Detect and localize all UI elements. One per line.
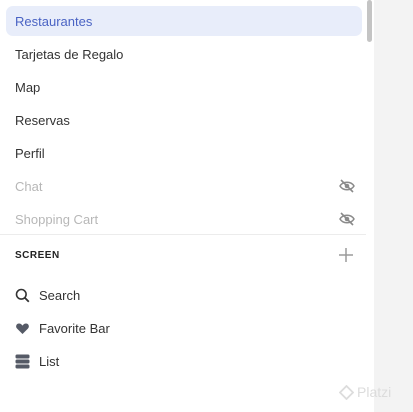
menu-item-chat[interactable]: Chat (6, 171, 362, 201)
section-divider (0, 234, 366, 235)
eye-off-icon[interactable] (339, 212, 355, 226)
list-icon (15, 354, 30, 368)
screen-item-favorite-bar[interactable]: Favorite Bar (15, 317, 110, 339)
canvas-background (374, 0, 413, 412)
menu-item-map[interactable]: Map (6, 72, 362, 102)
heart-icon (16, 323, 29, 334)
vertical-scrollbar[interactable] (366, 0, 374, 412)
screen-item-label: Search (39, 287, 81, 303)
screen-item-search[interactable]: Search (15, 284, 80, 306)
menu-item-label: Map (15, 79, 41, 95)
eye-off-icon[interactable] (339, 179, 355, 193)
menu-item-label: Shopping Cart (15, 211, 99, 227)
platzi-logo-icon (339, 384, 354, 400)
menu-item-label: Chat (15, 178, 43, 194)
menu-item-restaurantes[interactable]: Restaurantes (6, 6, 362, 36)
menu-item-label: Tarjetas de Regalo (15, 46, 124, 62)
menu-item-reservas[interactable]: Reservas (6, 105, 362, 135)
scrollbar-thumb[interactable] (367, 0, 372, 42)
menu-item-shopping-cart[interactable]: Shopping Cart (6, 204, 362, 234)
screens-panel: Restaurantes Tarjetas de Regalo Map Rese… (0, 0, 366, 412)
menu-item-label: Reservas (15, 112, 70, 128)
search-icon (15, 288, 30, 302)
plus-icon[interactable] (338, 247, 354, 263)
menu-item-label: Restaurantes (15, 13, 93, 29)
screen-item-label: List (39, 353, 60, 369)
section-title: SCREEN (15, 250, 60, 261)
watermark-text: Platzi (357, 384, 392, 400)
menu-item-perfil[interactable]: Perfil (6, 138, 362, 168)
platzi-watermark: Platzi (339, 384, 391, 400)
screen-item-label: Favorite Bar (39, 320, 110, 336)
menu-item-label: Perfil (15, 145, 45, 161)
screen-item-list[interactable]: List (15, 350, 59, 372)
menu-item-tarjetas-de-regalo[interactable]: Tarjetas de Regalo (6, 39, 362, 69)
